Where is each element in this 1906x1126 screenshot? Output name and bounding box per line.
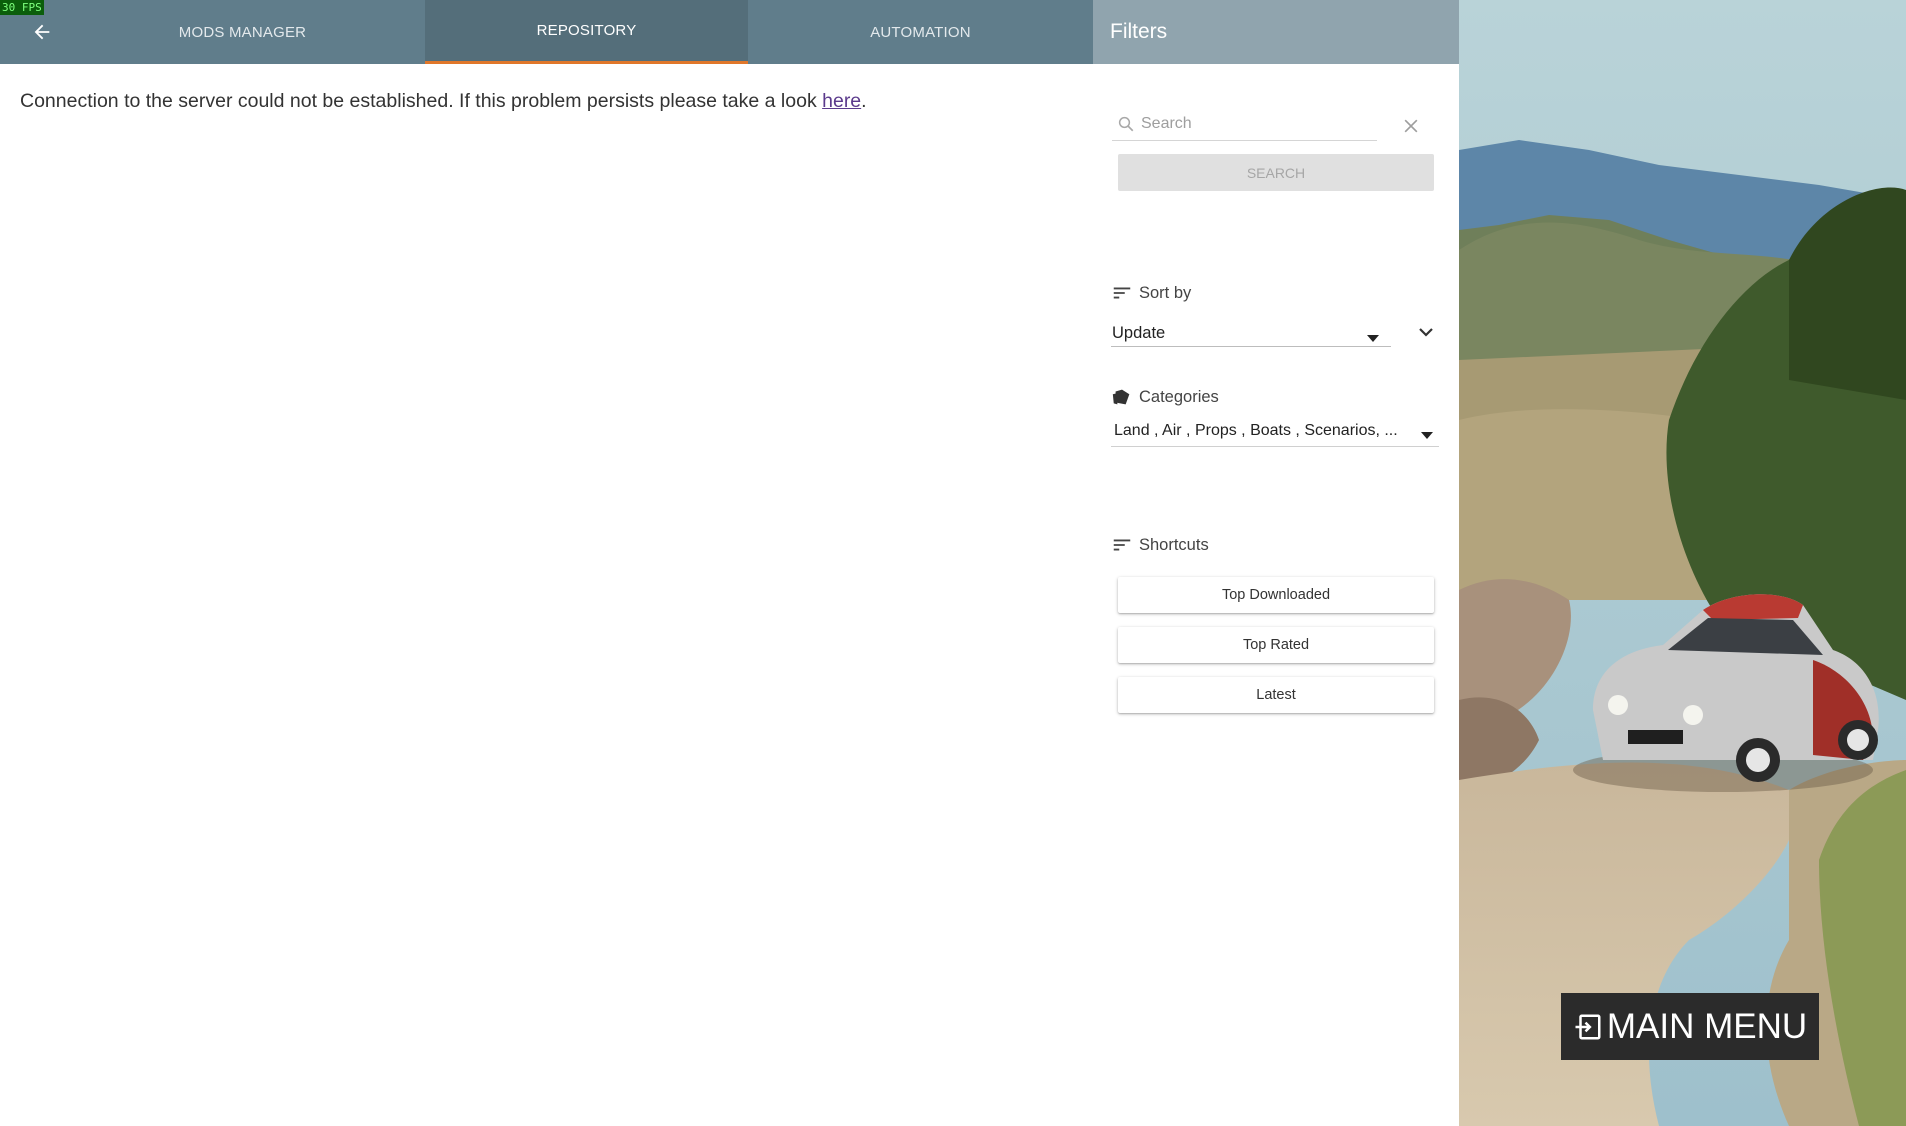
connection-error-message: Connection to the server could not be es… bbox=[20, 90, 867, 113]
latest-button[interactable]: Latest bbox=[1118, 677, 1434, 713]
error-text-end: . bbox=[861, 90, 867, 112]
sort-icon bbox=[1111, 534, 1133, 556]
caret-down-icon bbox=[1367, 329, 1379, 348]
exit-icon bbox=[1573, 1012, 1603, 1042]
search-button[interactable]: SEARCH bbox=[1118, 154, 1434, 191]
fps-counter: 30 FPS bbox=[0, 0, 44, 15]
top-navigation-bar: MODS MANAGER REPOSITORY AUTOMATION bbox=[0, 0, 1093, 64]
top-rated-button[interactable]: Top Rated bbox=[1118, 627, 1434, 663]
sort-icon bbox=[1111, 282, 1133, 304]
shortcuts-label: Shortcuts bbox=[1111, 534, 1209, 556]
tab-mods-manager[interactable]: MODS MANAGER bbox=[60, 0, 425, 64]
search-icon bbox=[1117, 115, 1135, 138]
search-input[interactable] bbox=[1139, 110, 1373, 138]
mods-panel: MODS MANAGER REPOSITORY AUTOMATION Conne… bbox=[0, 0, 1459, 1126]
sort-by-value: Update bbox=[1112, 324, 1166, 342]
main-menu-label: MAIN MENU bbox=[1606, 1006, 1808, 1046]
sort-by-label: Sort by bbox=[1111, 282, 1191, 304]
error-text: Connection to the server could not be es… bbox=[20, 90, 823, 112]
shortcuts-text: Shortcuts bbox=[1139, 535, 1209, 554]
arrow-left-icon bbox=[34, 24, 50, 40]
tags-icon bbox=[1111, 386, 1133, 408]
categories-select[interactable]: Land , Air , Props , Boats , Scenarios, … bbox=[1111, 420, 1439, 447]
main-menu-button[interactable]: MAIN MENU bbox=[1561, 993, 1819, 1060]
categories-text: Categories bbox=[1139, 387, 1219, 406]
tab-automation[interactable]: AUTOMATION bbox=[748, 0, 1093, 64]
chevron-down-icon[interactable] bbox=[1414, 320, 1438, 344]
scene-image bbox=[1459, 0, 1906, 1126]
close-icon[interactable] bbox=[1401, 116, 1421, 136]
background-scene bbox=[1459, 0, 1906, 1126]
categories-label: Categories bbox=[1111, 386, 1219, 408]
sort-by-select[interactable]: Update bbox=[1111, 320, 1391, 347]
sort-by-text: Sort by bbox=[1139, 283, 1192, 302]
tab-repository[interactable]: REPOSITORY bbox=[425, 0, 748, 64]
app-root: MODS MANAGER REPOSITORY AUTOMATION Conne… bbox=[0, 0, 1906, 1126]
help-link[interactable]: here bbox=[822, 90, 861, 112]
back-button[interactable] bbox=[24, 14, 60, 50]
categories-value: Land , Air , Props , Boats , Scenarios, … bbox=[1114, 422, 1398, 439]
filters-title: Filters bbox=[1093, 0, 1459, 64]
caret-down-icon bbox=[1421, 427, 1433, 445]
top-downloaded-button[interactable]: Top Downloaded bbox=[1118, 577, 1434, 613]
search-field[interactable] bbox=[1112, 108, 1377, 141]
